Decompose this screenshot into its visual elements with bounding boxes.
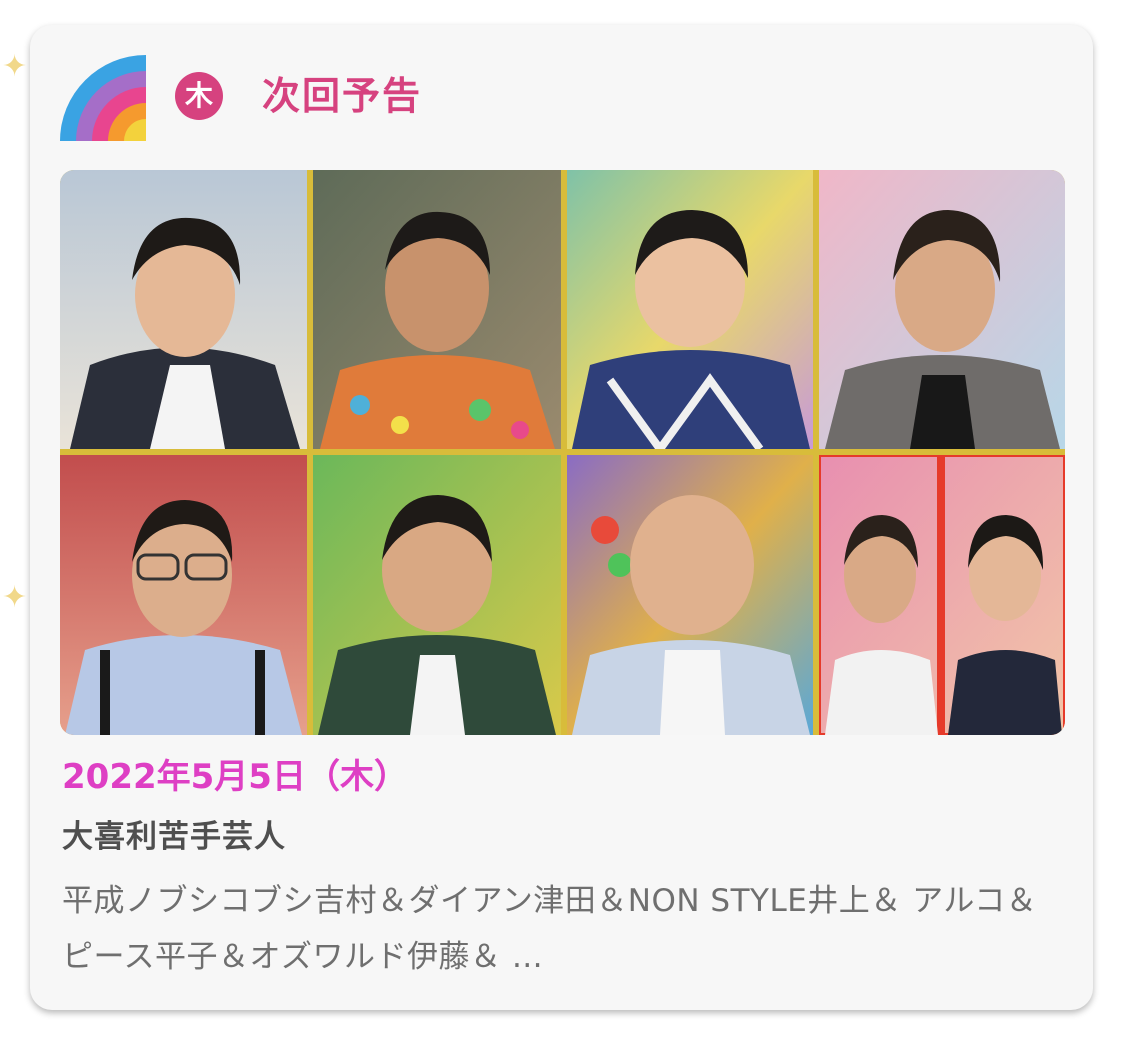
cast-photo-3 <box>567 170 813 456</box>
day-badge: 木 <box>175 72 223 120</box>
cast-photo-8 <box>817 453 1065 735</box>
episode-description: 平成ノブシコブシ吉村＆ダイアン津田＆NON STYLE井上＆ アルコ＆ピース平子… <box>62 883 1038 975</box>
cast-photo-6 <box>313 455 561 735</box>
sparkle-icon-bottom: ✦ <box>2 580 28 615</box>
cast-photo-5 <box>60 455 307 735</box>
cast-photo-collage <box>60 170 1065 735</box>
cast-photo-1 <box>60 170 307 449</box>
section-title: 次回予告 <box>262 74 423 118</box>
air-date: 2022年5月5日（木） <box>62 757 408 797</box>
cast-photo-2 <box>313 170 561 449</box>
sparkle-icon-top: ✦ <box>2 49 28 84</box>
next-episode-card[interactable]: 木 次回予告 2022年5月5日（木） 大喜利苦手芸人 平成ノブシコブシ吉村＆ダ… <box>30 25 1093 1010</box>
cast-photo-grid[interactable] <box>60 170 1065 735</box>
rainbow-logo-icon <box>60 55 146 141</box>
cast-photo-7 <box>567 455 813 735</box>
episode-title: 大喜利苦手芸人 <box>62 819 286 855</box>
cast-photo-4 <box>819 170 1065 449</box>
